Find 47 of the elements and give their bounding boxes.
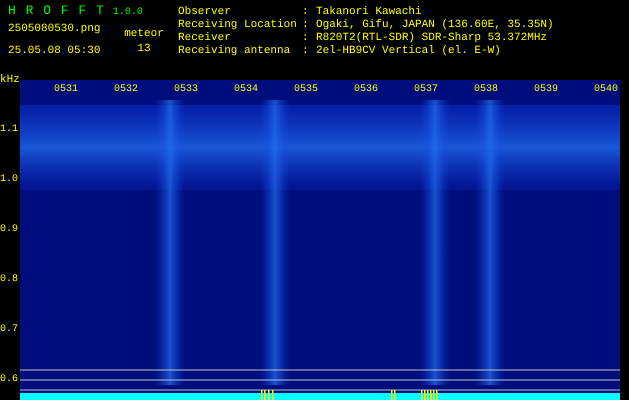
time-axis-label: 0531: [52, 83, 79, 96]
detection-tick: [261, 390, 262, 400]
y-axis-label: 1.1: [0, 123, 18, 136]
info-label: Receiving antenna: [178, 45, 292, 58]
time-axis-label: 0538: [472, 83, 499, 96]
version-label: 1.0.0: [112, 6, 143, 19]
detection-tick: [421, 390, 422, 400]
detection-tick: [272, 390, 274, 400]
info-value: Takanori Kawachi: [316, 6, 422, 19]
time-axis-label: 0539: [532, 83, 559, 96]
time-axis-label: 0533: [172, 83, 199, 96]
filename-label: 2505080530.png: [8, 23, 102, 36]
time-axis-label: 0540: [592, 83, 619, 96]
time-axis-label: 0536: [352, 83, 379, 96]
info-separator: :: [302, 19, 310, 32]
datetime-label: 25.05.08 05:30: [8, 45, 102, 58]
meteor-count: 13: [137, 43, 151, 56]
info-separator: :: [302, 32, 310, 45]
detection-tick: [391, 390, 392, 400]
info-separator: :: [302, 6, 310, 19]
info-label: Receiving Location: [178, 19, 298, 32]
meteor-label: meteor: [124, 28, 164, 41]
y-axis-label: 0.8: [0, 273, 18, 286]
y-axis-label: 0.7: [0, 323, 18, 336]
time-axis-label: 0537: [412, 83, 439, 96]
detection-tick: [268, 390, 270, 400]
detection-tick: [394, 390, 396, 400]
info-separator: :: [302, 45, 310, 58]
detection-tick: [264, 390, 266, 400]
time-axis-label: 0534: [232, 83, 259, 96]
y-axis-label: 0.9: [0, 223, 18, 236]
info-label: Receiver: [178, 32, 232, 45]
detection-tick: [424, 390, 426, 400]
y-axis-label: 1.0: [0, 173, 18, 186]
y-axis-label: 0.6: [0, 373, 18, 386]
info-label: Observer: [178, 6, 232, 19]
detection-tick: [430, 390, 432, 400]
info-value: R820T2(RTL-SDR) SDR-Sharp 53.372MHz: [316, 32, 548, 45]
info-value: Ogaki, Gifu, JAPAN (136.60E, 35.35N): [316, 19, 554, 32]
app-title: H R O F F T: [8, 4, 105, 17]
time-axis-label: 0532: [112, 83, 139, 96]
info-value: 2el-HB9CV Vertical (el. E-W): [316, 45, 501, 58]
detection-tick: [427, 390, 428, 400]
detection-tick: [433, 390, 434, 400]
time-axis-label: 0535: [292, 83, 319, 96]
axis-unit-label: kHz: [0, 74, 20, 87]
detection-tick: [436, 390, 438, 400]
